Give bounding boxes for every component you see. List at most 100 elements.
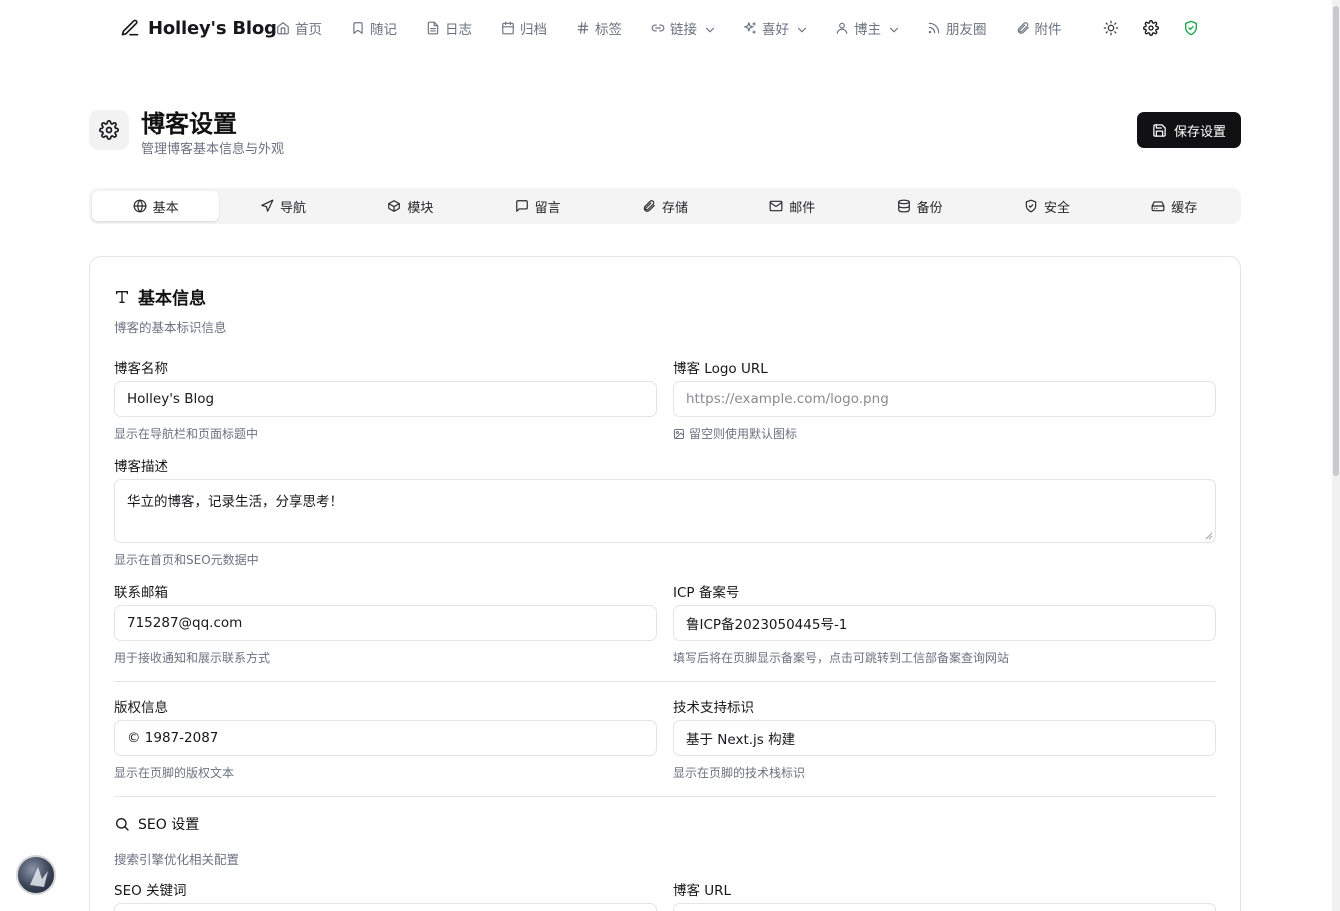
save-settings-button[interactable]: 保存设置: [1137, 112, 1241, 148]
tab-label: 安全: [1043, 200, 1070, 216]
blog-logo-input[interactable]: https://example.com/logo.png: [673, 381, 1216, 417]
nav-item-label: 归档: [520, 22, 547, 38]
tab-modules[interactable]: 模块: [347, 191, 474, 221]
tab-mail[interactable]: 邮件: [729, 191, 856, 221]
seo-keywords-input[interactable]: [114, 903, 657, 911]
copyright-help: 显示在页脚的版权文本: [114, 766, 235, 780]
section-title-text: 基本信息: [138, 289, 206, 309]
nav-item-label: 链接: [670, 22, 697, 38]
shield-check-icon: [1024, 199, 1038, 213]
rss-icon: [927, 21, 941, 35]
divider: [114, 681, 1216, 682]
copyright-label: 版权信息: [114, 700, 168, 716]
brand-name: Holley's Blog: [148, 17, 277, 39]
nav-tools: [1101, 18, 1201, 38]
blog-desc-textarea[interactable]: 华立的博客，记录生活，分享思考！: [114, 479, 1216, 543]
hard-drive-icon: [1151, 199, 1165, 213]
blog-name-input[interactable]: Holley's Blog: [114, 381, 657, 417]
blog-name-help: 显示在导航栏和页面标题中: [114, 427, 259, 441]
type-icon: [114, 289, 130, 305]
scrollbar-thumb[interactable]: [1333, 6, 1339, 476]
pen-icon: [120, 18, 140, 38]
section-title-text: SEO 设置: [138, 817, 200, 833]
nav-item-tags[interactable]: 标签: [576, 18, 622, 38]
user-icon: [835, 21, 849, 35]
email-label: 联系邮箱: [114, 585, 168, 601]
file-icon: [426, 21, 440, 35]
tab-comments[interactable]: 留言: [474, 191, 601, 221]
seo-keywords-label: SEO 关键词: [114, 883, 187, 899]
shield-check-icon[interactable]: [1181, 18, 1201, 38]
blog-desc-value: 华立的博客，记录生活，分享思考！: [127, 494, 343, 510]
nav-links: 首页 随记 日志 归档 标签 链接 喜好 博主 朋友圈 附件: [276, 16, 1091, 40]
icp-input[interactable]: 鲁ICP备2023050445号-1: [673, 605, 1216, 641]
tab-label: 缓存: [1171, 200, 1198, 216]
save-settings-label: 保存设置: [1173, 124, 1226, 140]
paperclip-icon: [642, 199, 656, 213]
tab-navigation[interactable]: 导航: [219, 191, 346, 221]
nav-item-links[interactable]: 链接: [651, 18, 715, 38]
basic-settings-card: [89, 256, 1241, 911]
tab-label: 导航: [279, 200, 306, 216]
tab-label: 存储: [661, 200, 688, 216]
brand-link[interactable]: Holley's Blog: [120, 15, 277, 41]
nav-item-attachments[interactable]: 附件: [1016, 18, 1062, 38]
paperclip-icon: [1016, 21, 1030, 35]
icp-label: ICP 备案号: [673, 585, 740, 601]
chevron-down-icon: [795, 23, 807, 34]
tab-cache[interactable]: 缓存: [1111, 191, 1238, 221]
tech-input[interactable]: 基于 Next.js 构建: [673, 720, 1216, 756]
image-icon: [673, 428, 685, 440]
tab-security[interactable]: 安全: [983, 191, 1110, 221]
section-desc-seo: 搜索引擎优化相关配置: [114, 852, 240, 867]
nav-item-label: 标签: [595, 22, 622, 38]
sun-icon[interactable]: [1101, 18, 1121, 38]
bookmark-icon: [351, 21, 365, 35]
settings-tabs: 基本 导航 模块 留言 存储 邮件 备份 安全 缓存: [89, 188, 1241, 224]
nav-item-label: 随记: [370, 22, 397, 38]
blog-logo-help-text: 留空则使用默认图标: [689, 427, 798, 441]
copyright-input[interactable]: © 1987-2087: [114, 720, 657, 756]
nav-item-label: 博主: [854, 22, 881, 38]
mail-icon: [769, 199, 783, 213]
tab-backup[interactable]: 备份: [856, 191, 983, 221]
nav-item-favorites[interactable]: 喜好: [743, 18, 807, 38]
nav-item-notes[interactable]: 随记: [351, 18, 397, 38]
tab-basic[interactable]: 基本: [92, 191, 220, 221]
page-scrollbar[interactable]: [1332, 0, 1340, 911]
nav-item-friends[interactable]: 朋友圈: [927, 18, 987, 38]
nav-item-archive[interactable]: 归档: [501, 18, 547, 38]
resize-handle-icon[interactable]: [1205, 532, 1213, 540]
home-icon: [276, 21, 290, 35]
calendar-icon: [501, 21, 515, 35]
chevron-down-icon: [703, 23, 715, 34]
navigation-icon: [260, 199, 274, 213]
tech-help: 显示在页脚的技术栈标识: [673, 766, 806, 780]
email-help: 用于接收通知和展示联系方式: [114, 651, 271, 665]
icp-help: 填写后将在页脚显示备案号，点击可跳转到工信部备案查询网站: [673, 651, 1010, 665]
gear-icon[interactable]: [1141, 18, 1161, 38]
tab-label: 备份: [916, 200, 943, 216]
nav-item-home[interactable]: 首页: [276, 18, 322, 38]
blog-logo-help: 留空则使用默认图标: [673, 425, 797, 442]
divider: [114, 796, 1216, 797]
tab-label: 留言: [534, 200, 561, 216]
blog-url-input[interactable]: [673, 903, 1216, 911]
gear-icon: [99, 120, 119, 140]
blog-desc-help: 显示在首页和SEO元数据中: [114, 553, 259, 567]
tab-storage[interactable]: 存储: [601, 191, 728, 221]
blog-desc-label: 博客描述: [114, 459, 168, 475]
tab-label: 基本: [152, 200, 179, 216]
database-icon: [897, 199, 911, 213]
search-icon: [114, 816, 130, 832]
box-icon: [387, 199, 401, 213]
nav-item-label: 日志: [445, 22, 472, 38]
floating-avatar[interactable]: [16, 855, 56, 895]
section-title-seo: SEO 设置: [114, 814, 199, 834]
section-desc-basic: 博客的基本标识信息: [114, 320, 227, 335]
nav-item-author[interactable]: 博主: [835, 18, 899, 38]
email-input[interactable]: 715287@qq.com: [114, 605, 657, 641]
nav-item-journal[interactable]: 日志: [426, 18, 472, 38]
nav-item-label: 首页: [295, 22, 322, 38]
chevron-down-icon: [887, 23, 899, 34]
